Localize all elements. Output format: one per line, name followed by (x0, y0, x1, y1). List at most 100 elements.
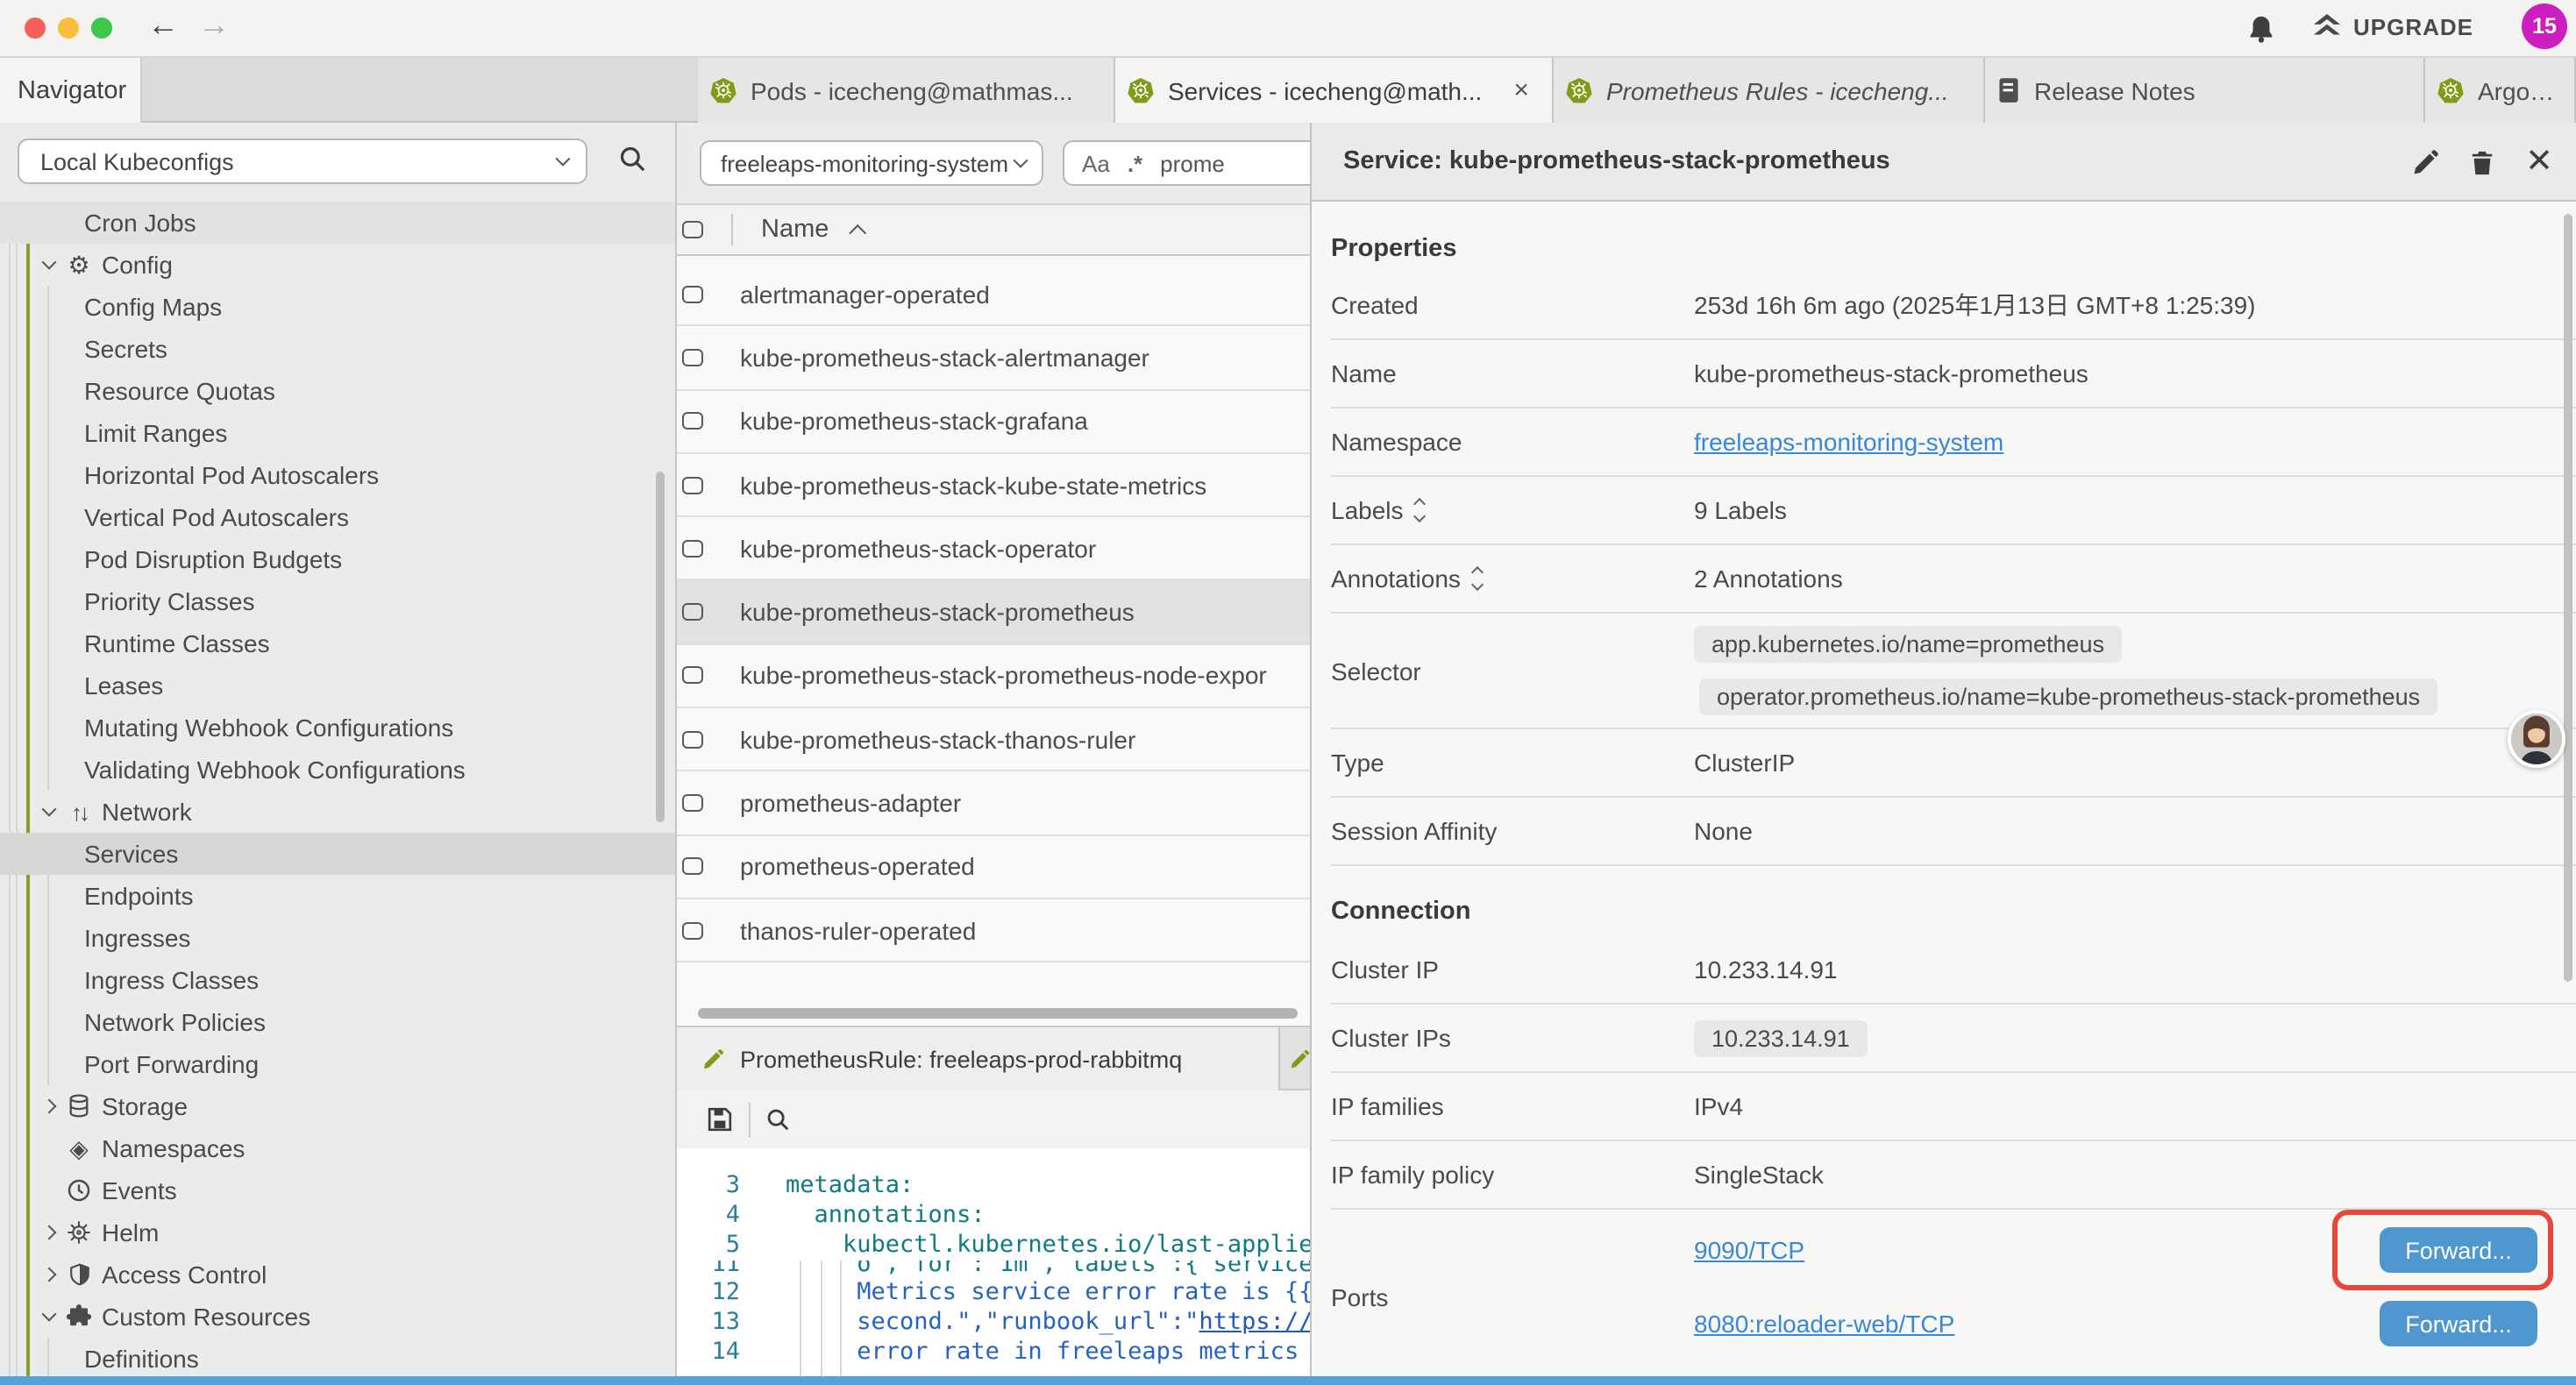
save-icon[interactable] (707, 1106, 733, 1133)
window-tab-4[interactable]: Release Notes (1985, 58, 2425, 123)
maximize-window-button[interactable] (91, 18, 112, 39)
notification-count-badge[interactable]: 15 (2522, 4, 2567, 49)
back-icon[interactable]: ← (147, 7, 179, 44)
sidebar-item-access-control[interactable]: Access Control (0, 1254, 677, 1296)
sidebar-item-pod-disruption-budgets[interactable]: Pod Disruption Budgets (0, 538, 677, 580)
namespace-link[interactable]: freeleaps-monitoring-system (1694, 428, 2003, 456)
window-tab-5[interactable]: Argo Se (2425, 58, 2576, 123)
sidebar-item-mutating-webhook-configurations[interactable]: Mutating Webhook Configurations (0, 707, 677, 749)
sidebar-item-network[interactable]: ↑↓Network (0, 791, 677, 833)
sidebar-item-events[interactable]: Events (0, 1169, 677, 1211)
table-row[interactable]: prometheus-operated (677, 835, 1310, 899)
row-checkbox[interactable] (682, 285, 703, 302)
sidebar-item-helm[interactable]: Helm (0, 1211, 677, 1254)
sidebar-item-vertical-pod-autoscalers[interactable]: Vertical Pod Autoscalers (0, 496, 677, 538)
row-checkbox[interactable] (682, 349, 703, 366)
row-checkbox[interactable] (682, 794, 703, 812)
table-horizontal-scrollbar[interactable] (698, 1008, 1298, 1019)
sidebar-item-config[interactable]: ⚙Config (0, 244, 677, 286)
minimize-window-button[interactable] (58, 18, 79, 39)
editor-tab-partial[interactable] (1282, 1027, 1310, 1090)
sidebar-item-runtime-classes[interactable]: Runtime Classes (0, 622, 677, 664)
forward-button[interactable]: Forward... (2380, 1227, 2537, 1273)
kubeconfig-selector[interactable]: Local Kubeconfigs (18, 138, 587, 184)
user-avatar[interactable] (2508, 710, 2565, 768)
table-row[interactable]: alertmanager-operated (677, 263, 1310, 327)
detail-scrollbar[interactable] (2564, 214, 2572, 982)
chevron-down-icon[interactable] (39, 254, 60, 275)
bell-icon[interactable] (2246, 14, 2276, 44)
table-row[interactable]: thanos-ruler-operated (677, 899, 1310, 963)
expand-collapse-icon[interactable] (1473, 568, 1482, 589)
sidebar-scrollbar[interactable] (656, 472, 665, 822)
table-row[interactable]: kube-prometheus-stack-prometheus (677, 581, 1310, 645)
forward-icon[interactable]: → (198, 7, 230, 44)
table-row[interactable]: kube-prometheus-stack-prometheus-node-ex… (677, 645, 1310, 709)
match-case-toggle[interactable]: Aa (1082, 150, 1110, 176)
select-all-checkbox[interactable] (682, 221, 703, 238)
editor-search-icon[interactable] (765, 1106, 791, 1133)
row-checkbox[interactable] (682, 603, 703, 621)
table-row[interactable]: kube-prometheus-stack-operator (677, 517, 1310, 581)
sidebar-item-port-forwarding[interactable]: Port Forwarding (0, 1043, 677, 1085)
name-column-header[interactable]: Name (761, 216, 829, 244)
navigator-panel-tab[interactable]: Navigator (0, 58, 142, 123)
upgrade-button[interactable]: UPGRADE (2311, 14, 2473, 40)
chevron-right-icon[interactable] (39, 1096, 60, 1117)
table-row[interactable]: prometheus-adapter (677, 772, 1310, 836)
row-checkbox[interactable] (682, 921, 703, 939)
sidebar-item-leases[interactable]: Leases (0, 664, 677, 707)
table-row[interactable]: kube-prometheus-stack-thanos-ruler (677, 708, 1310, 772)
sidebar-item-resource-quotas[interactable]: Resource Quotas (0, 370, 677, 412)
sidebar-item-cron-jobs[interactable]: Cron Jobs (0, 202, 677, 244)
url-link[interactable]: https://net (1199, 1308, 1310, 1336)
window-tab-1[interactable]: Pods - icecheng@mathmas... (698, 58, 1115, 123)
sidebar-item-priority-classes[interactable]: Priority Classes (0, 580, 677, 622)
delete-icon[interactable] (2469, 148, 2495, 176)
sidebar-item-custom-resources[interactable]: Custom Resources (0, 1296, 677, 1338)
sidebar-item-ingresses[interactable]: Ingresses (0, 917, 677, 959)
sidebar-item-services[interactable]: Services (0, 833, 677, 875)
editor-tab-prometheusrule[interactable]: PrometheusRule: freeleaps-prod-rabbitmq (677, 1027, 1280, 1090)
row-checkbox[interactable] (682, 730, 703, 748)
sidebar-item-limit-ranges[interactable]: Limit Ranges (0, 412, 677, 454)
namespace-filter-dropdown[interactable]: freeleaps-monitoring-system (700, 140, 1043, 186)
table-row[interactable]: kube-prometheus-stack-grafana (677, 390, 1310, 454)
chevron-down-icon[interactable] (39, 1306, 60, 1327)
yaml-editor[interactable]: 3metadata:4 annotations:5 kubectl.kubern… (677, 1148, 1310, 1376)
sidebar-item-namespaces[interactable]: ◈Namespaces (0, 1127, 677, 1169)
table-row[interactable]: kube-prometheus-stack-alertmanager (677, 327, 1310, 391)
row-checkbox[interactable] (682, 858, 703, 876)
edit-icon[interactable] (2411, 148, 2439, 176)
close-window-button[interactable] (25, 18, 46, 39)
regex-toggle[interactable]: .* (1128, 150, 1142, 176)
sidebar-item-network-policies[interactable]: Network Policies (0, 1001, 677, 1043)
sidebar-item-endpoints[interactable]: Endpoints (0, 875, 677, 917)
sidebar-search-icon[interactable] (617, 144, 647, 174)
chevron-right-icon[interactable] (39, 1264, 60, 1285)
port-link[interactable]: 9090/TCP (1694, 1236, 1804, 1264)
port-link[interactable]: 8080:reloader-web/TCP (1694, 1310, 1954, 1338)
row-checkbox[interactable] (682, 476, 703, 494)
close-tab-icon[interactable]: × (1513, 75, 1529, 105)
chevron-right-icon[interactable] (39, 1222, 60, 1243)
sort-ascending-icon[interactable] (849, 224, 866, 241)
row-checkbox[interactable] (682, 412, 703, 430)
sidebar-item-validating-webhook-configurations[interactable]: Validating Webhook Configurations (0, 749, 677, 791)
window-tab-2[interactable]: Services - icecheng@math...× (1115, 58, 1554, 123)
sidebar-item-horizontal-pod-autoscalers[interactable]: Horizontal Pod Autoscalers (0, 454, 677, 496)
list-search-input[interactable]: Aa .* prome (1063, 140, 1310, 186)
close-icon[interactable]: ✕ (2525, 146, 2553, 179)
row-checkbox[interactable] (682, 540, 703, 558)
table-row[interactable]: kube-prometheus-stack-kube-state-metrics (677, 454, 1310, 518)
sidebar-item-ingress-classes[interactable]: Ingress Classes (0, 959, 677, 1001)
expand-collapse-icon[interactable] (1416, 500, 1425, 521)
chevron-down-icon[interactable] (39, 801, 60, 822)
sidebar-item-storage[interactable]: Storage (0, 1085, 677, 1127)
sidebar-item-config-maps[interactable]: Config Maps (0, 286, 677, 328)
forward-button[interactable]: Forward... (2380, 1301, 2537, 1346)
window-tab-3[interactable]: Prometheus Rules - icecheng... (1554, 58, 1985, 123)
sidebar-item-definitions[interactable]: Definitions (0, 1338, 677, 1376)
sidebar-item-secrets[interactable]: Secrets (0, 328, 677, 370)
row-checkbox[interactable] (682, 667, 703, 685)
